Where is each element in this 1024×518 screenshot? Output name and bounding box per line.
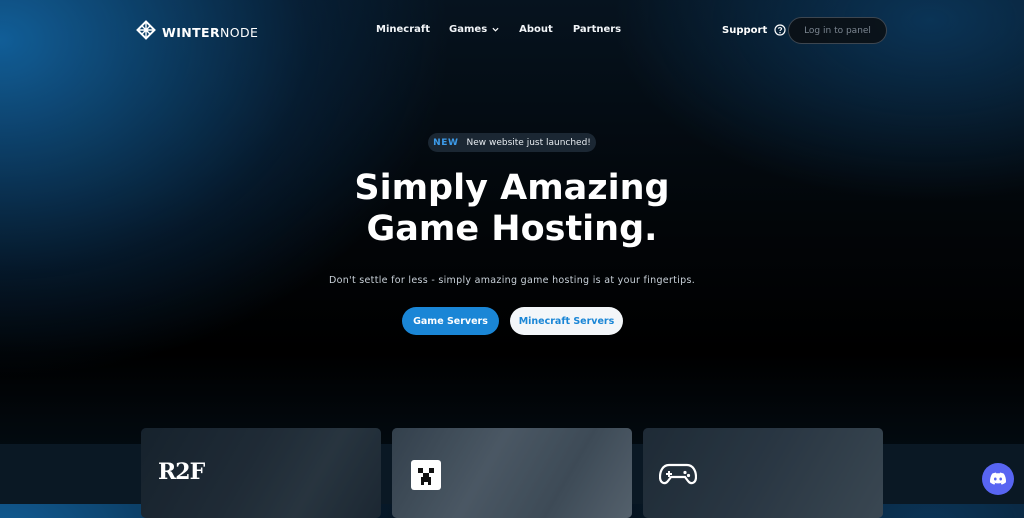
hero-title-line-2: Game Hosting. (366, 209, 658, 249)
discord-chat-button[interactable] (982, 463, 1014, 495)
snowflake-icon (136, 20, 156, 44)
chevron-down-icon (492, 27, 499, 32)
question-circle-icon (774, 24, 786, 36)
nav-item-minecraft[interactable]: Minecraft (376, 24, 430, 35)
nav-item-games-label: Games (449, 24, 488, 35)
nav-item-games[interactable]: Games (449, 24, 499, 35)
discord-icon (989, 472, 1007, 485)
brand-name: WINTERNODE (162, 24, 259, 40)
game-card-other-games[interactable] (643, 428, 883, 518)
hero-subtitle: Don't settle for less - simply amazing g… (328, 275, 696, 286)
brand-logo[interactable]: WINTERNODE (136, 20, 259, 44)
badge-new-label: NEW (433, 137, 459, 148)
nav-item-about[interactable]: About (519, 24, 553, 35)
r2f-logo: R2F (158, 459, 205, 485)
gamepad-icon (659, 463, 697, 485)
game-card-minecraft[interactable] (392, 428, 632, 518)
badge-text: New website just launched! (466, 137, 591, 148)
minecraft-servers-button[interactable]: Minecraft Servers (510, 307, 623, 335)
creeper-icon (411, 460, 441, 490)
support-link[interactable]: Support (722, 24, 786, 36)
announcement-badge[interactable]: NEW New website just launched! (428, 133, 596, 152)
game-servers-button[interactable]: Game Servers (402, 307, 499, 335)
hero-title-line-1: Simply Amazing (354, 168, 670, 208)
game-card-r2f[interactable]: R2F (141, 428, 381, 518)
main-menu: Minecraft Games About Partners (376, 24, 621, 35)
top-navigation: WINTERNODE Minecraft Games About Partner… (0, 0, 1024, 62)
nav-item-partners[interactable]: Partners (573, 24, 621, 35)
hero-title: Simply Amazing Game Hosting. (262, 168, 762, 250)
login-button[interactable]: Log in to panel (788, 17, 887, 44)
support-label: Support (722, 24, 768, 36)
